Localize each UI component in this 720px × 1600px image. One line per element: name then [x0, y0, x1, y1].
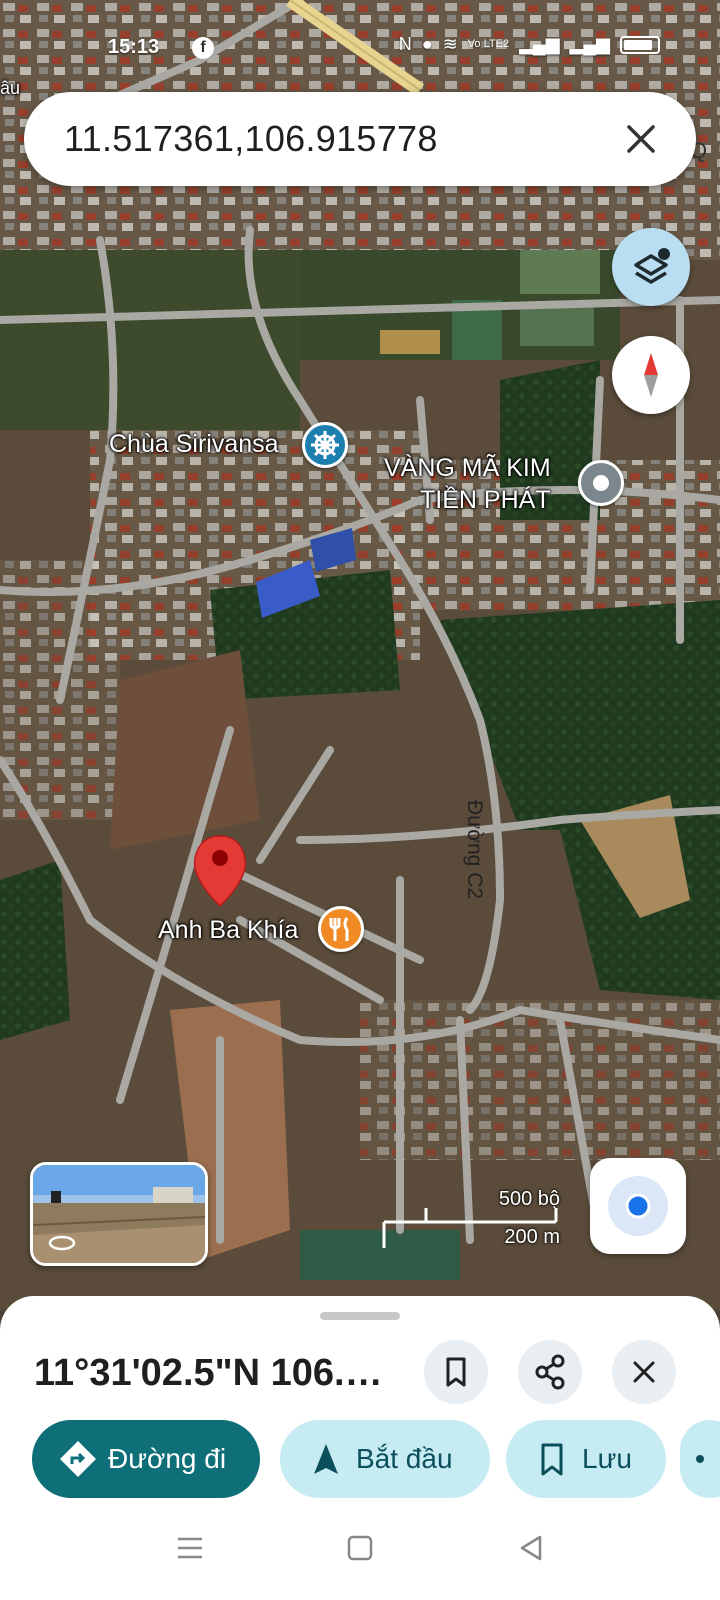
rotate-360-icon [48, 1235, 76, 1251]
pagoda-poi-icon[interactable] [302, 422, 348, 468]
layers-icon [634, 248, 670, 284]
start-button[interactable]: Bắt đầu [280, 1420, 490, 1498]
bookmark-icon [446, 1357, 466, 1387]
sheet-drag-handle[interactable] [320, 1312, 400, 1320]
label-restaurant[interactable]: Anh Ba Khía [158, 916, 298, 945]
label-road: Đường C2 [463, 800, 486, 900]
directions-icon [60, 1441, 96, 1477]
compass-button[interactable] [612, 336, 690, 414]
save-button[interactable]: Lưu [506, 1420, 666, 1498]
wifi-icon: ≋ [442, 34, 458, 54]
street-view-thumbnail[interactable] [30, 1162, 208, 1266]
close-icon[interactable] [616, 114, 666, 164]
scale-metric: 200 m [504, 1226, 560, 1248]
nfc-icon: N [398, 34, 412, 54]
system-nav-bar [0, 1508, 720, 1600]
location-icon: ● [421, 34, 433, 54]
navigation-arrow-icon [314, 1444, 338, 1474]
share-partial-icon [696, 1455, 704, 1463]
search-query[interactable]: 11.517361,106.915778 [64, 118, 438, 160]
coordinates-title: 11°31'02.5"N 106.915778... [34, 1352, 394, 1394]
back-icon[interactable] [510, 1528, 550, 1568]
status-bar: 15:13 f N ● ≋ Vo LTE2 ▂▄▆ ▂▄▆ [0, 30, 720, 66]
share-button[interactable] [518, 1340, 582, 1404]
label-shop-line2[interactable]: TIỀN PHÁT [420, 486, 551, 515]
label-edge-left: âu [0, 78, 21, 98]
home-icon[interactable] [340, 1528, 380, 1568]
battery-icon [620, 35, 660, 54]
shop-poi-icon[interactable] [578, 460, 624, 506]
share-icon [535, 1354, 565, 1390]
menu-icon[interactable] [170, 1528, 210, 1568]
facebook-icon: f [192, 37, 214, 59]
search-bar[interactable]: 11.517361,106.915778 [24, 92, 696, 186]
satellite-imagery [0, 0, 720, 1310]
signal-icon-2: ▂▄▆ [569, 34, 610, 54]
status-time: 15:13 [108, 36, 160, 58]
start-label: Bắt đầu [356, 1443, 453, 1474]
bookmark-icon [541, 1443, 563, 1476]
my-location-button[interactable] [590, 1158, 686, 1254]
save-bookmark-button[interactable] [424, 1340, 488, 1404]
signal-icon: ▂▄▆ [519, 34, 560, 54]
close-sheet-button[interactable] [612, 1340, 676, 1404]
more-actions-button[interactable] [680, 1420, 720, 1498]
scale-bar: 500 bộ 200 m [380, 1188, 560, 1258]
close-icon [633, 1361, 655, 1383]
save-label: Lưu [582, 1443, 632, 1474]
layers-button[interactable] [612, 228, 690, 306]
restaurant-poi-icon[interactable] [318, 906, 364, 952]
label-pagoda[interactable]: Chùa Sirivansa [109, 430, 279, 459]
compass-icon [644, 353, 658, 397]
map-view[interactable]: Chùa Sirivansa VÀNG MÃ KIM TIỀN PHÁT Anh… [0, 0, 720, 1310]
network-type: Vo LTE2 [467, 38, 510, 50]
label-shop-line1[interactable]: VÀNG MÃ KIM [384, 454, 551, 483]
directions-label: Đường đi [108, 1443, 227, 1474]
my-location-icon [608, 1176, 668, 1236]
directions-button[interactable]: Đường đi [32, 1420, 260, 1498]
